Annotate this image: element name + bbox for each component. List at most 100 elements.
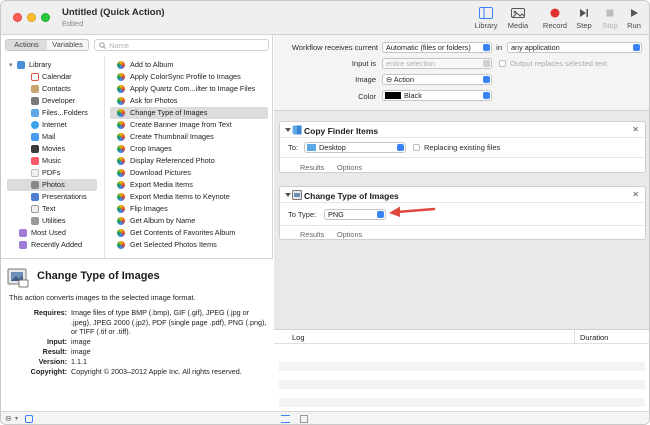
close-window-button[interactable] bbox=[13, 13, 22, 22]
library-item-mail[interactable]: Mail bbox=[1, 131, 99, 143]
color-popup[interactable]: Black bbox=[382, 90, 492, 101]
library-root[interactable]: ▾ Library bbox=[1, 59, 99, 71]
library-item-text[interactable]: Text bbox=[1, 203, 99, 215]
image-type-popup[interactable]: PNG bbox=[324, 209, 386, 220]
movies-icon bbox=[31, 145, 39, 153]
library-item-movies[interactable]: Movies bbox=[1, 143, 99, 155]
action-item[interactable]: Get Album by Name bbox=[110, 215, 268, 227]
action-item[interactable]: Create Banner Image from Text bbox=[110, 119, 268, 131]
results-button[interactable]: Results bbox=[300, 163, 324, 172]
action-item[interactable]: Export Media Items bbox=[110, 179, 268, 191]
color-label: Color bbox=[358, 92, 376, 101]
toolbar: Untitled (Quick Action) Edited Library M… bbox=[1, 1, 649, 35]
log-column-header[interactable]: Log bbox=[292, 333, 305, 342]
zoom-window-button[interactable] bbox=[41, 13, 50, 22]
action-item[interactable]: Apply Quartz Com...ilter to Image Files bbox=[110, 83, 268, 95]
action-item[interactable]: Crop Images bbox=[110, 143, 268, 155]
folder-icon bbox=[307, 144, 316, 151]
actions-list: Add to Album Apply ColorSync Profile to … bbox=[107, 57, 271, 290]
action-item[interactable]: Apply ColorSync Profile to Images bbox=[110, 71, 268, 83]
version-row: Version: 1.1.1 bbox=[38, 357, 87, 366]
pane-divider[interactable] bbox=[104, 57, 105, 290]
to-type-label: To Type: bbox=[288, 210, 317, 219]
library-item-most-used[interactable]: Most Used bbox=[1, 227, 99, 239]
search-field[interactable]: Name bbox=[94, 39, 269, 51]
record-icon bbox=[550, 8, 560, 18]
color-swatch bbox=[385, 92, 401, 99]
close-icon[interactable]: ✕ bbox=[632, 125, 639, 134]
list-view-icon[interactable] bbox=[281, 415, 290, 423]
utilities-icon bbox=[31, 217, 39, 225]
action-item[interactable]: Export Media Items to Keynote bbox=[110, 191, 268, 203]
library-item-developer[interactable]: Developer bbox=[1, 95, 99, 107]
action-item[interactable]: Add to Album bbox=[110, 59, 268, 71]
stop-icon bbox=[606, 9, 614, 17]
action-item[interactable]: Create Thumbnail Images bbox=[110, 131, 268, 143]
close-icon[interactable]: ✕ bbox=[632, 190, 639, 199]
library-item-utilities[interactable]: Utilities bbox=[1, 215, 99, 227]
library-label: Library bbox=[474, 21, 498, 30]
library-item-contacts[interactable]: Contacts bbox=[1, 83, 99, 95]
tab-actions[interactable]: Actions bbox=[6, 40, 47, 50]
duration-column-header[interactable]: Duration bbox=[580, 333, 608, 342]
record-button[interactable]: Record bbox=[540, 7, 570, 30]
library-item-recently-added[interactable]: Recently Added bbox=[1, 239, 99, 251]
collapse-icon[interactable] bbox=[285, 193, 291, 197]
library-item-photos[interactable]: Photos bbox=[7, 179, 97, 191]
run-button[interactable]: Run bbox=[619, 7, 649, 30]
library-item-files-folders[interactable]: Files...Folders bbox=[1, 107, 99, 119]
run-icon bbox=[631, 9, 638, 17]
window-title: Untitled (Quick Action) bbox=[62, 7, 165, 18]
photos-action-icon bbox=[117, 133, 125, 141]
image-label: Image bbox=[355, 75, 376, 84]
smart-folder-icon bbox=[19, 241, 27, 249]
library-pane: Actions Variables Name ▾ Library Calenda… bbox=[1, 35, 273, 411]
input-row: Input: image bbox=[47, 337, 91, 346]
application-popup[interactable]: any application bbox=[507, 42, 642, 53]
popup-arrow-icon bbox=[483, 76, 490, 83]
options-button[interactable]: Options bbox=[337, 163, 362, 172]
tab-variables[interactable]: Variables bbox=[47, 40, 88, 50]
music-icon bbox=[31, 157, 39, 165]
library-item-internet[interactable]: Internet bbox=[1, 119, 99, 131]
minimize-window-button[interactable] bbox=[27, 13, 36, 22]
action-item[interactable]: Ask for Photos bbox=[110, 95, 268, 107]
output-replaces-checkbox[interactable] bbox=[499, 60, 506, 67]
destination-popup[interactable]: Desktop bbox=[304, 142, 406, 153]
results-button[interactable]: Results bbox=[300, 230, 324, 239]
library-item-calendar[interactable]: Calendar bbox=[1, 71, 99, 83]
media-button[interactable]: Media bbox=[503, 7, 533, 30]
photos-action-icon bbox=[117, 85, 125, 93]
action-item[interactable]: Flip Images bbox=[110, 203, 268, 215]
library-item-music[interactable]: Music bbox=[1, 155, 99, 167]
action-item-selected[interactable]: Change Type of Images bbox=[110, 107, 268, 119]
copyright-row: Copyright: Copyright © 2003–2012 Apple I… bbox=[30, 367, 242, 376]
contacts-icon bbox=[31, 85, 39, 93]
variables-view-icon[interactable] bbox=[300, 415, 308, 423]
library-button[interactable]: Library bbox=[471, 7, 501, 30]
receives-popup[interactable]: Automatic (files or folders) bbox=[382, 42, 492, 53]
preview-icon bbox=[292, 190, 302, 200]
action-menu-icon[interactable]: ⊖ bbox=[5, 414, 12, 423]
replacing-checkbox[interactable] bbox=[413, 144, 420, 151]
library-item-pdfs[interactable]: PDFs bbox=[1, 167, 99, 179]
description-toggle-icon[interactable] bbox=[25, 415, 33, 423]
log-row bbox=[279, 362, 645, 371]
card-title: Change Type of Images bbox=[304, 191, 399, 201]
photos-action-icon bbox=[117, 193, 125, 201]
action-item[interactable]: Display Referenced Photo bbox=[110, 155, 268, 167]
photos-action-icon bbox=[117, 97, 125, 105]
options-button[interactable]: Options bbox=[337, 230, 362, 239]
chevron-down-icon[interactable]: ▾ bbox=[15, 415, 18, 422]
text-icon bbox=[31, 205, 39, 213]
collapse-icon[interactable] bbox=[285, 128, 291, 132]
action-item[interactable]: Get Contents of Favorites Album bbox=[110, 227, 268, 239]
input-is-popup[interactable]: entire selection bbox=[382, 58, 492, 69]
action-item[interactable]: Download Pictures bbox=[110, 167, 268, 179]
log-table: Log Duration bbox=[274, 329, 649, 411]
image-popup[interactable]: ⊖ Action bbox=[382, 74, 492, 85]
library-item-presentations[interactable]: Presentations bbox=[1, 191, 99, 203]
action-item[interactable]: Get Selected Photos Items bbox=[110, 239, 268, 251]
to-label: To: bbox=[288, 143, 299, 152]
popup-arrow-icon bbox=[483, 60, 490, 67]
